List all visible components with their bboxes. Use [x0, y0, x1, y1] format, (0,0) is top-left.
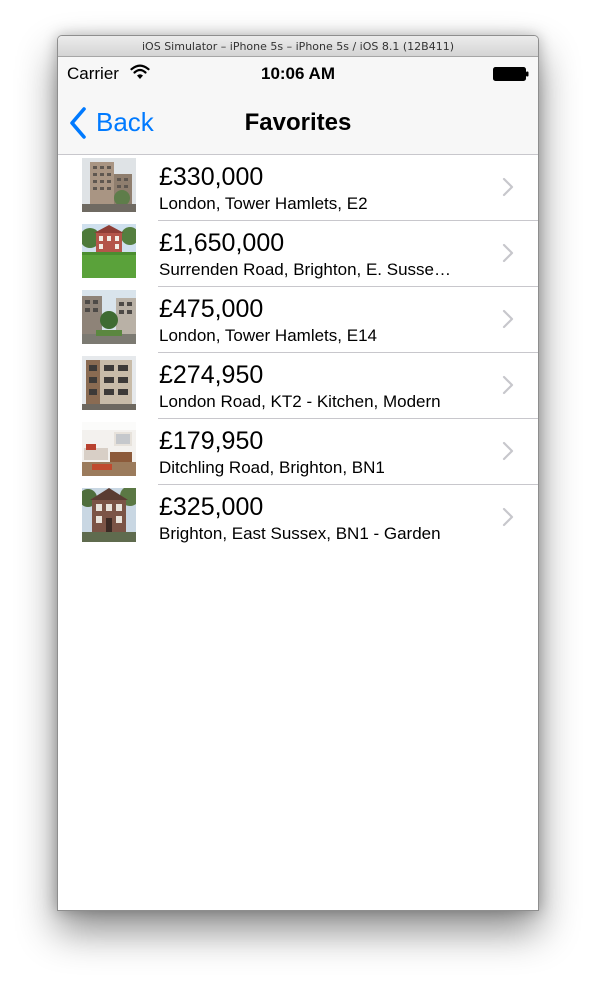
chevron-right-icon	[502, 507, 514, 527]
listing-address: Surrenden Road, Brighton, E. Susse…	[159, 260, 451, 279]
listing-price: £325,000	[159, 493, 264, 521]
modern-flats-photo	[82, 356, 136, 410]
device-screen: Carrier 10:06 AM Back Favorites £330,000…	[58, 57, 538, 910]
listing-address: London, Tower Hamlets, E2	[159, 194, 368, 213]
listing-address: London, Tower Hamlets, E14	[159, 326, 377, 345]
listing-price: £179,950	[159, 427, 264, 455]
status-bar: Carrier 10:06 AM	[58, 57, 538, 91]
listing-price: £1,650,000	[159, 229, 285, 257]
property-thumbnail	[82, 356, 136, 410]
listing-price: £330,000	[159, 163, 264, 191]
list-item[interactable]: £475,000 London, Tower Hamlets, E14	[58, 287, 538, 353]
list-item[interactable]: £325,000 Brighton, East Sussex, BN1 - Ga…	[58, 485, 538, 551]
chevron-right-icon	[502, 375, 514, 395]
simulator-title: iOS Simulator – iPhone 5s – iPhone 5s / …	[58, 36, 538, 57]
property-thumbnail	[82, 488, 136, 542]
victorian-house-photo	[82, 488, 136, 542]
tower-block-photo	[82, 158, 136, 212]
navigation-bar: Back Favorites	[58, 91, 538, 155]
list-item[interactable]: £330,000 London, Tower Hamlets, E2	[58, 155, 538, 221]
back-button[interactable]: Back	[68, 91, 154, 154]
list-item[interactable]: £179,950 Ditchling Road, Brighton, BN1	[58, 419, 538, 485]
chevron-right-icon	[502, 309, 514, 329]
chevron-right-icon	[502, 243, 514, 263]
battery-icon	[493, 67, 529, 81]
back-button-label: Back	[96, 107, 154, 137]
favorites-list: £330,000 London, Tower Hamlets, E2 £1,65…	[58, 155, 538, 551]
chevron-right-icon	[502, 177, 514, 197]
simulator-window: iOS Simulator – iPhone 5s – iPhone 5s / …	[57, 35, 539, 911]
listing-address: London Road, KT2 - Kitchen, Modern	[159, 392, 441, 411]
list-item[interactable]: £274,950 London Road, KT2 - Kitchen, Mod…	[58, 353, 538, 419]
property-thumbnail	[82, 158, 136, 212]
property-thumbnail	[82, 290, 136, 344]
property-thumbnail	[82, 422, 136, 476]
listing-address: Brighton, East Sussex, BN1 - Garden	[159, 524, 441, 543]
back-chevron-icon	[70, 106, 86, 139]
house-with-lawn-photo	[82, 224, 136, 278]
status-time: 10:06 AM	[260, 64, 335, 83]
property-thumbnail	[82, 224, 136, 278]
apartment-courtyard-photo	[82, 290, 136, 344]
listing-price: £274,950	[159, 361, 264, 389]
list-item[interactable]: £1,650,000 Surrenden Road, Brighton, E. …	[58, 221, 538, 287]
chevron-right-icon	[502, 441, 514, 461]
listing-price: £475,000	[159, 295, 264, 323]
page: iOS Simulator – iPhone 5s – iPhone 5s / …	[0, 0, 594, 988]
listing-address: Ditchling Road, Brighton, BN1	[159, 458, 385, 477]
living-room-photo	[82, 422, 136, 476]
